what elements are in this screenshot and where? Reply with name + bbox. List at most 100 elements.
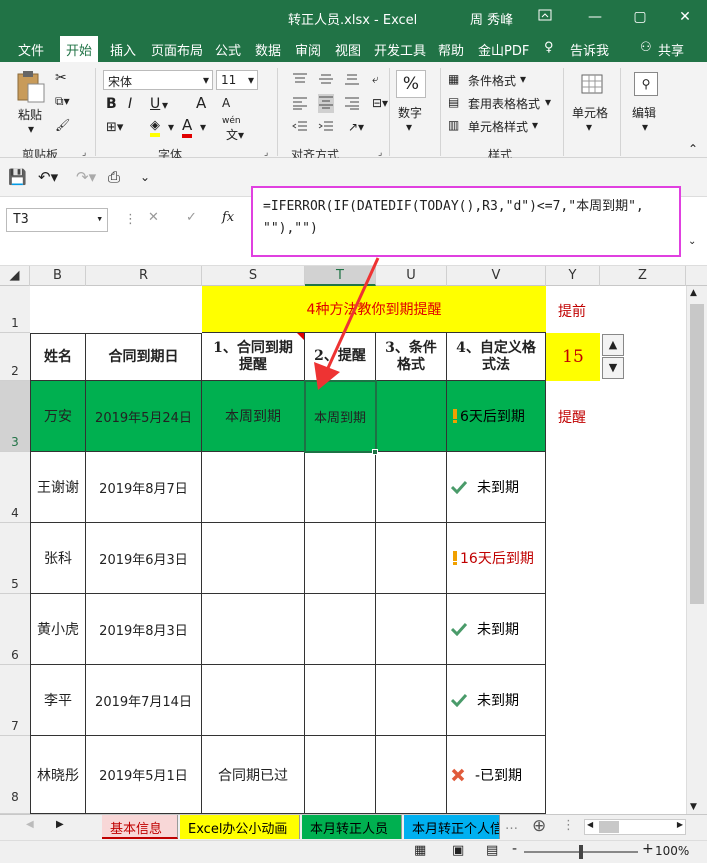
name-box[interactable]: T3 ▾ [6, 208, 108, 232]
add-sheet-icon[interactable]: ⊕ [532, 816, 546, 836]
spin-up-button[interactable]: ▲ [602, 334, 624, 356]
more-tabs-icon[interactable]: … [505, 818, 518, 833]
cell-method-2[interactable] [305, 736, 376, 814]
table-dropdown-icon[interactable]: ▾ [545, 95, 551, 109]
share-button[interactable]: 共享 [658, 40, 684, 59]
hscroll-left-icon[interactable]: ◀ [587, 820, 593, 829]
row-header-5[interactable]: 5 [0, 523, 30, 594]
user-name[interactable]: 周 秀峰 [470, 9, 513, 28]
cell-method-4[interactable]: 未到期 [447, 452, 546, 523]
number-label[interactable]: 数字 [398, 104, 422, 121]
cell-name[interactable]: 王谢谢 [30, 452, 86, 523]
scroll-down-icon[interactable]: ▼ [690, 802, 697, 812]
customize-qat-icon[interactable]: ⌄ [140, 170, 150, 184]
remind-label-2[interactable]: 提醒 [558, 407, 586, 427]
conditional-format-button[interactable]: 条件格式 [468, 72, 516, 89]
cancel-icon[interactable]: ✕ [148, 210, 159, 225]
tab-home[interactable]: 开始 [60, 36, 99, 62]
font-size-combo[interactable]: 11 ▾ [216, 70, 258, 90]
cells-button[interactable]: 单元格 [572, 104, 608, 121]
column-header-b[interactable]: B [30, 266, 86, 286]
horizontal-scrollbar[interactable]: ◀ ▶ [584, 819, 686, 835]
cell-due-date[interactable]: 2019年8月3日 [86, 594, 202, 665]
wrap-text-icon[interactable]: ⤶ [372, 72, 379, 87]
row-header-8[interactable]: 8 [0, 736, 30, 814]
maximize-icon[interactable]: ▢ [625, 4, 655, 30]
cell-method-2[interactable] [305, 523, 376, 594]
cell-method-3[interactable] [376, 452, 447, 523]
cell-method-4[interactable]: 16天后到期 [447, 523, 546, 594]
cell-due-date[interactable]: 2019年5月1日 [86, 736, 202, 814]
copy-icon[interactable]: ⧉▾ [55, 94, 70, 109]
format-painter-icon[interactable]: 🖌 [55, 118, 70, 132]
tab-data[interactable]: 数据 [255, 40, 281, 59]
align-left-icon[interactable] [292, 96, 308, 113]
cell-method-2[interactable] [305, 594, 376, 665]
cell-method-1[interactable] [202, 523, 305, 594]
cell-name[interactable]: 张科 [30, 523, 86, 594]
cell-method-1[interactable] [202, 665, 305, 736]
paste-dropdown-icon[interactable]: ▾ [28, 122, 34, 136]
sheet-tab[interactable]: 基本信息 [102, 815, 178, 839]
cell-method-4[interactable]: -已到期 [447, 736, 546, 814]
cells-dropdown-icon[interactable]: ▾ [586, 120, 592, 134]
lightbulb-icon[interactable]: ♀ [544, 40, 554, 55]
share-icon[interactable]: ⚇ [640, 40, 652, 55]
font-color-dropdown-icon[interactable]: ▾ [200, 120, 206, 134]
font-launcher-icon[interactable]: ⌟ [264, 148, 268, 158]
tab-prev-icon[interactable]: ◀ [26, 819, 34, 830]
minimize-icon[interactable]: — [580, 4, 610, 30]
tell-me[interactable]: 告诉我 [570, 40, 609, 59]
collapse-ribbon-icon[interactable]: ⌃ [688, 142, 698, 156]
normal-view-icon[interactable]: ▦ [414, 843, 426, 858]
cell-due-date[interactable]: 2019年7月14日 [86, 665, 202, 736]
vertical-scrollbar[interactable]: ▲ ▼ [686, 286, 707, 814]
increase-indent-icon[interactable] [318, 120, 334, 137]
italic-button[interactable]: I [128, 96, 132, 112]
select-all-corner[interactable]: ◢ [0, 266, 30, 286]
font-name-combo[interactable]: 宋体 ▾ [103, 70, 213, 90]
cell-method-1[interactable] [202, 594, 305, 665]
print-preview-icon[interactable]: ⎙ [108, 168, 120, 186]
cellstyle-dropdown-icon[interactable]: ▾ [532, 118, 538, 132]
row-header-7[interactable]: 7 [0, 665, 30, 736]
header-due-date[interactable]: 合同到期日 [86, 333, 202, 381]
cell-method-4[interactable]: 未到期 [447, 594, 546, 665]
header-method-1[interactable]: 1、合同到期 提醒 [202, 333, 305, 381]
paste-label[interactable]: 粘贴 [18, 106, 42, 123]
hscroll-thumb[interactable] [599, 821, 619, 833]
align-right-icon[interactable] [344, 96, 360, 113]
cond-dropdown-icon[interactable]: ▾ [520, 72, 526, 86]
tab-developer[interactable]: 开发工具 [374, 40, 426, 59]
cell-method-1[interactable]: 合同期已过 [202, 736, 305, 814]
editing-button[interactable]: 编辑 [632, 104, 656, 121]
days-input-cell[interactable]: 15 [546, 333, 600, 381]
page-break-view-icon[interactable]: ▤ [486, 843, 498, 858]
row-header-4[interactable]: 4 [0, 452, 30, 523]
zoom-level[interactable]: 100% [655, 844, 689, 858]
tab-insert[interactable]: 插入 [110, 40, 136, 59]
align-bottom-icon[interactable] [344, 72, 360, 89]
align-middle-icon[interactable] [318, 72, 334, 89]
tab-next-icon[interactable]: ▶ [56, 819, 64, 830]
borders-icon[interactable]: ⊞▾ [106, 120, 123, 135]
save-icon[interactable]: 💾 [8, 168, 27, 186]
column-header-z[interactable]: Z [600, 266, 686, 286]
column-header-s[interactable]: S [202, 266, 305, 286]
clipboard-launcher-icon[interactable]: ⌟ [82, 148, 86, 158]
cell-method-1[interactable]: 本周到期 [202, 381, 305, 452]
spin-down-button[interactable]: ▼ [602, 357, 624, 379]
hscroll-right-icon[interactable]: ▶ [677, 820, 683, 829]
cell-method-1[interactable] [202, 452, 305, 523]
cell-name[interactable]: 李平 [30, 665, 86, 736]
scroll-up-icon[interactable]: ▲ [690, 288, 697, 298]
table-format-icon[interactable]: ▤ [448, 95, 459, 109]
edit-dropdown-icon[interactable]: ▾ [642, 120, 648, 134]
tab-page-layout[interactable]: 页面布局 [151, 40, 203, 59]
column-header-y[interactable]: Y [546, 266, 600, 286]
insert-function-button[interactable]: fx [222, 210, 234, 225]
tab-view[interactable]: 视图 [335, 40, 361, 59]
ribbon-display-icon[interactable] [530, 4, 560, 30]
fill-handle[interactable] [372, 449, 378, 455]
cell-name[interactable]: 万安 [30, 381, 86, 452]
